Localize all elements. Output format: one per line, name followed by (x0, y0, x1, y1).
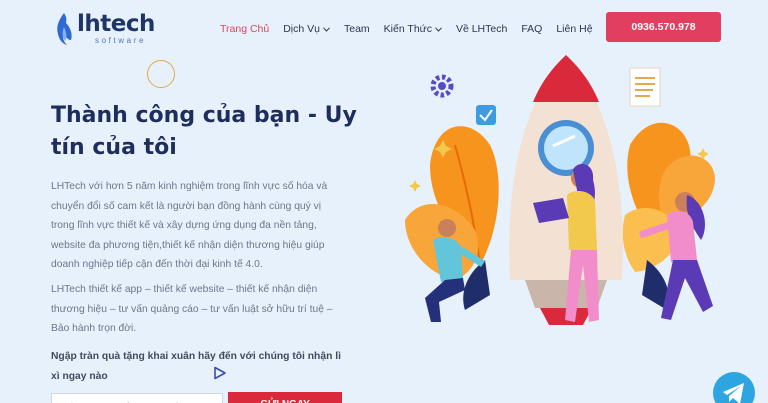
nav-item-home[interactable]: Trang Chủ (220, 23, 269, 35)
nav-item-team[interactable]: Team (344, 23, 370, 35)
play-icon (214, 366, 226, 380)
brand-name: lhtech (77, 11, 155, 37)
promo-text: Ngập tràn quà tặng khai xuân hãy đến với… (51, 351, 341, 382)
submit-button[interactable]: GỬI NGAY (228, 392, 342, 403)
brand-logo[interactable]: lhtech software (55, 12, 155, 46)
hero-services: LHTech thiết kế app – thiết kế website –… (51, 284, 333, 334)
chevron-down-icon (435, 26, 442, 32)
nav-item-knowledge[interactable]: Kiến Thức (384, 23, 442, 35)
telegram-icon[interactable] (713, 372, 755, 403)
flame-logo-icon (57, 13, 72, 45)
hero-title: Thành công của bạn - Uy tín của tôi (51, 103, 357, 160)
nav-item-services[interactable]: Dịch Vụ (283, 23, 330, 35)
nav-item-about[interactable]: Về LHTech (456, 23, 507, 35)
nav-item-contact[interactable]: Liên Hệ (556, 23, 592, 35)
phone-input[interactable] (51, 393, 223, 403)
decorative-circle (147, 60, 175, 88)
rocket-illustration (405, 55, 715, 325)
chevron-down-icon (323, 26, 330, 32)
nav-item-faq[interactable]: FAQ (521, 23, 542, 35)
hero-description: LHTech với hơn 5 năm kinh nghiệm trong l… (51, 181, 328, 270)
main-nav: Trang Chủ Dịch Vụ Team Kiến Thức Về LHTe… (220, 23, 607, 35)
phone-button[interactable]: 0936.570.978 (606, 12, 721, 42)
brand-tagline: software (95, 36, 147, 45)
